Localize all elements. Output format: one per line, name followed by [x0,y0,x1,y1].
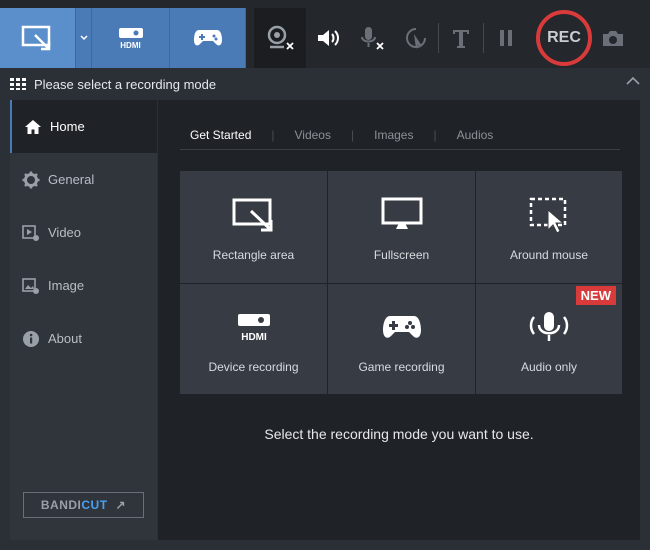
brand-text-a: BANDI [40,498,82,512]
sidebar-item-label: General [48,172,95,187]
chevron-down-icon [79,35,88,41]
around-mouse-icon [529,197,567,234]
main-panel: Get Started | Videos | Images | Audios R… [158,100,640,540]
rec-label: REC [547,29,581,46]
home-icon [25,119,41,134]
sidebar-item-label: About [48,331,82,346]
webcam-off-icon [267,25,294,50]
text-overlay-button[interactable] [439,8,483,68]
mode-label: Game recording [358,360,445,374]
main-toolbar: HDMI REC [0,0,650,68]
hdmi-device-icon: HDMI [237,314,270,342]
microphone-button[interactable] [350,8,394,68]
tab-videos[interactable]: Videos [285,128,341,142]
mode-bar: Please select a recording mode [0,70,650,98]
mode-device-recording[interactable]: HDMI Device recording [180,284,327,394]
rectangle-mode-button[interactable] [0,8,76,68]
cursor-effect-button[interactable] [394,8,438,68]
camera-icon [603,31,623,46]
mode-label: Audio only [520,360,578,374]
gear-icon [22,171,40,188]
tab-audios[interactable]: Audios [447,128,504,142]
grid-icon [10,78,26,90]
info-icon [23,330,39,347]
record-button[interactable]: REC [536,10,592,66]
screenshot-button[interactable] [598,8,628,68]
tab-divider: | [433,127,437,142]
mode-rectangle-area[interactable]: Rectangle area [180,171,327,283]
pause-button[interactable] [484,8,528,68]
mode-bar-title: Please select a recording mode [34,76,217,92]
mode-audio-only[interactable]: NEW Audio only [476,284,622,394]
mode-dropdown-button[interactable] [76,8,92,68]
mode-game-recording[interactable]: Game recording [328,284,475,394]
tab-divider: | [271,127,275,142]
sidebar-item-about[interactable]: About [10,312,157,365]
bandicut-button[interactable]: BANDI CUT ↗ [23,492,144,518]
webcam-button[interactable] [254,8,306,68]
hdmi-device-icon [118,27,143,38]
brand-text-b: CUT [81,498,108,512]
monitor-icon [381,197,422,229]
mode-grid: Rectangle area Fullscreen Around mouse H… [180,171,622,394]
speaker-icon [318,30,339,46]
gamepad-icon [193,30,222,46]
mode-fullscreen[interactable]: Fullscreen [328,171,475,283]
cursor-effect-icon [406,28,426,49]
image-icon [22,277,39,294]
microphone-off-icon [361,27,384,50]
mode-label: Around mouse [509,248,589,262]
tab-divider: | [350,127,355,142]
sidebar-item-home[interactable]: Home [10,100,157,153]
svg-text:HDMI: HDMI [241,332,267,342]
mode-around-mouse[interactable]: Around mouse [476,171,622,283]
hdmi-mode-button[interactable]: HDMI [92,8,170,68]
sidebar-item-label: Image [48,278,85,293]
new-badge: NEW [575,286,616,305]
tab-get-started[interactable]: Get Started [180,128,261,142]
hdmi-label: HDMI [120,40,141,50]
mode-label: Rectangle area [212,248,295,262]
microphone-icon [529,312,569,341]
sidebar-item-label: Home [50,119,85,134]
tab-images[interactable]: Images [364,128,423,142]
sidebar-item-image[interactable]: Image [10,259,157,312]
mode-label: Fullscreen [373,248,430,262]
text-icon [453,30,469,48]
bandicam-window: HDMI REC Please select a recording mode … [0,0,650,550]
gamepad-icon [382,316,421,338]
rectangle-area-icon [232,198,272,232]
sidebar-item-label: Video [48,225,82,240]
select-mode-hint: Select the recording mode you want to us… [264,426,534,442]
sidebar: Home General Video Image About BANDI CUT … [10,100,157,540]
sidebar-item-general[interactable]: General [10,153,157,206]
chevron-up-icon[interactable] [626,76,640,86]
rectangle-select-icon [21,25,50,51]
external-link-icon: ↗ [115,498,127,512]
game-mode-button[interactable] [170,8,246,68]
speaker-button[interactable] [306,8,350,68]
tab-bar: Get Started | Videos | Images | Audios [180,120,620,150]
sidebar-item-video[interactable]: Video [10,206,157,259]
mode-label: Device recording [208,360,299,374]
video-icon [22,224,39,241]
pause-icon [500,30,512,46]
